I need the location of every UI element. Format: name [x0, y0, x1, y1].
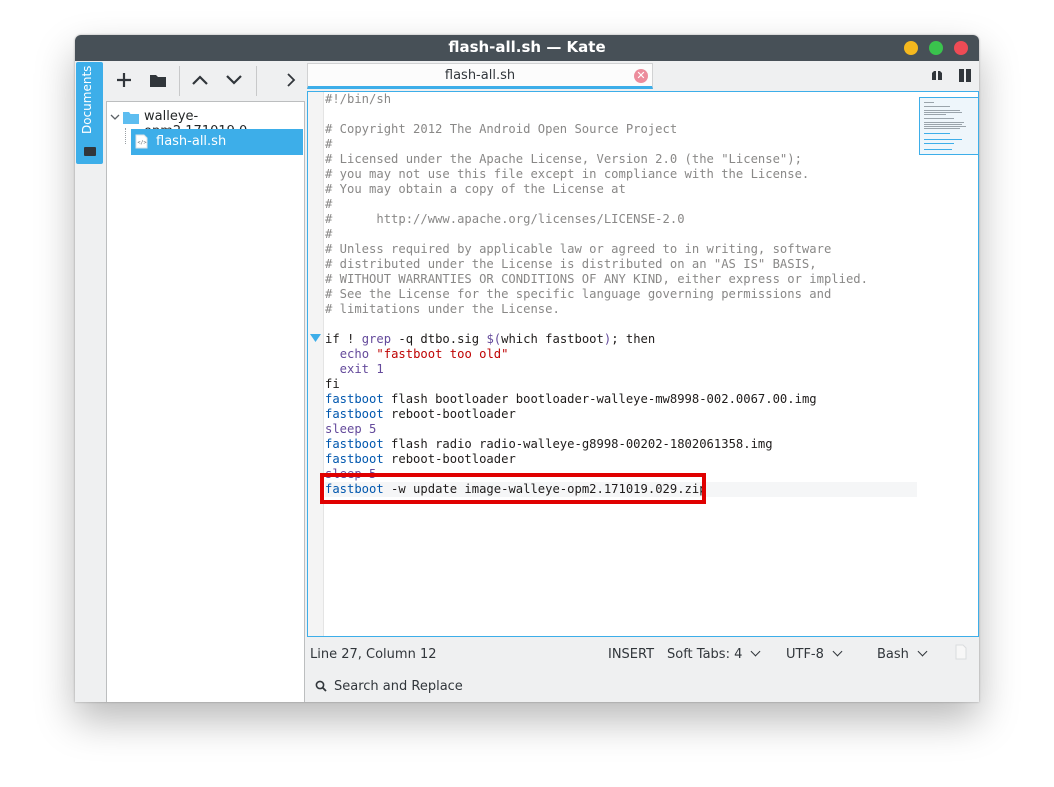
documents-sidebar-tab[interactable]: Documents [76, 62, 103, 164]
code-line: exit 1 [325, 362, 384, 376]
new-document-button[interactable] [111, 66, 137, 94]
code-line: fastboot flash bootloader bootloader-wal… [325, 392, 817, 406]
next-document-button[interactable] [221, 66, 247, 94]
code-line: # You may obtain a copy of the License a… [325, 182, 626, 196]
maximize-button[interactable] [929, 41, 943, 55]
fold-marker-icon[interactable] [310, 334, 321, 343]
plus-icon [117, 73, 131, 87]
indentation-label: Soft Tabs: 4 [667, 647, 743, 662]
tree-guide-line [125, 128, 127, 144]
code-line: # you may not use this file except in co… [325, 167, 810, 181]
tree-file-label: flash-all.sh [156, 134, 227, 149]
toolbar-separator [256, 66, 257, 96]
expand-button[interactable] [278, 66, 304, 94]
folder-icon [84, 147, 96, 156]
code-line: # Licensed under the Apache License, Ver… [325, 152, 802, 166]
code-line: # limitations under the License. [325, 302, 560, 316]
tree-folder-item[interactable]: walleye-opm2.171019.0... [107, 105, 304, 139]
status-bar: Line 27, Column 12 INSERT Soft Tabs: 4 U… [307, 639, 979, 669]
cursor-position[interactable]: Line 27, Column 12 [310, 647, 437, 662]
syntax-mode-selector[interactable]: Bash [877, 646, 928, 662]
code-line: # distributed under the License is distr… [325, 257, 817, 271]
syntax-mode-label: Bash [877, 647, 909, 662]
close-button[interactable] [954, 41, 968, 55]
title-bar[interactable]: flash-all.sh — Kate [75, 35, 979, 61]
minimize-button[interactable] [904, 41, 918, 55]
document-icon[interactable] [955, 644, 967, 660]
tree-file-item[interactable]: </> flash-all.sh [131, 129, 303, 155]
quick-open-icon[interactable] [931, 70, 943, 81]
code-area[interactable]: #!/bin/sh # Copyright 2012 The Android O… [325, 92, 918, 636]
code-line: fastboot -w update image-walleye-opm2.17… [325, 482, 707, 496]
file-tree[interactable]: walleye-opm2.171019.0... </> flash-all.s… [106, 101, 305, 702]
code-line: sleep 5 [325, 422, 377, 436]
script-file-icon: </> [135, 134, 148, 149]
indentation-selector[interactable]: Soft Tabs: 4 [667, 646, 761, 662]
code-line: # See the License for the specific langu… [325, 287, 832, 301]
code-line: # Unless required by applicable law or a… [325, 242, 832, 256]
tab-bar: flash-all.sh ✕ [307, 61, 979, 91]
encoding-selector[interactable]: UTF-8 [786, 646, 843, 662]
code-line: # Copyright 2012 The Android Open Source… [325, 122, 678, 136]
code-editor[interactable]: #!/bin/sh # Copyright 2012 The Android O… [307, 91, 979, 637]
folder-icon [123, 112, 139, 124]
code-line: fastboot reboot-bootloader [325, 407, 516, 421]
search-icon [315, 680, 327, 692]
chevron-up-icon [192, 75, 208, 85]
documents-tab-label: Documents [80, 65, 94, 134]
code-line: # [325, 197, 333, 211]
code-line: # http://www.apache.org/licenses/LICENSE… [325, 212, 685, 226]
previous-document-button[interactable] [187, 66, 213, 94]
input-mode[interactable]: INSERT [608, 647, 654, 662]
folding-gutter[interactable] [308, 92, 324, 636]
chevron-down-icon [110, 114, 120, 120]
tab-flash-all[interactable]: flash-all.sh ✕ [307, 63, 653, 89]
code-line: sleep 5 [325, 467, 377, 481]
close-tab-icon[interactable]: ✕ [634, 69, 648, 83]
chevron-down-icon [832, 646, 843, 657]
encoding-label: UTF-8 [786, 647, 824, 662]
code-line: if ! grep -q dtbo.sig $(which fastboot);… [325, 332, 656, 346]
code-line: echo "fastboot too old" [339, 347, 509, 361]
tab-label: flash-all.sh [444, 68, 516, 83]
split-view-icon[interactable] [959, 69, 971, 82]
search-replace-bar[interactable]: Search and Replace [307, 671, 979, 701]
chevron-right-icon [287, 73, 296, 87]
chevron-down-icon [917, 646, 928, 657]
svg-text:</>: </> [138, 140, 147, 146]
code-line: #!/bin/sh [325, 92, 392, 106]
code-line: # [325, 137, 333, 151]
chevron-down-icon [226, 75, 242, 85]
code-line: fastboot reboot-bootloader [325, 452, 516, 466]
code-line: fi [325, 377, 340, 391]
code-line: # WITHOUT WARRANTIES OR CONDITIONS OF AN… [325, 272, 868, 286]
kate-window: flash-all.sh — Kate Documents walleye-op… [75, 35, 979, 702]
chevron-down-icon [750, 646, 761, 657]
minimap[interactable] [919, 97, 979, 155]
toolbar-separator [179, 66, 180, 96]
code-line: fastboot flash radio radio-walleye-g8998… [325, 437, 773, 451]
code-line: # [325, 227, 333, 241]
folder-icon [150, 75, 166, 87]
search-replace-label: Search and Replace [334, 679, 463, 694]
open-folder-button[interactable] [145, 66, 171, 94]
window-title: flash-all.sh — Kate [448, 38, 606, 56]
